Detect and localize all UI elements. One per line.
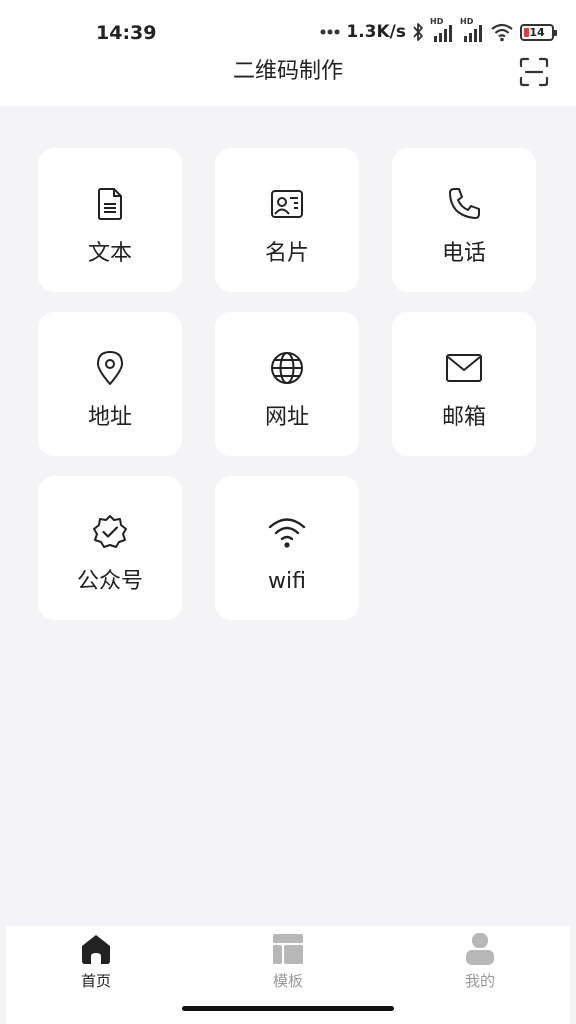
status-time: 14:39 [96, 22, 157, 44]
wifi-icon [268, 518, 306, 548]
tile-text[interactable]: 文本 [38, 148, 182, 292]
tile-label: 地址 [87, 405, 132, 430]
status-indicators: 1.3K/s HD HD 14 [320, 17, 557, 44]
tab-label: 首页 [80, 972, 111, 990]
globe-icon [271, 352, 303, 384]
signal-tag-2: HD [460, 17, 474, 26]
tile-label: 公众号 [76, 569, 143, 594]
tab-templates[interactable]: 模板 [228, 932, 348, 1002]
tab-home[interactable]: 首页 [36, 932, 156, 1002]
status-bar: 14:39 1.3K/s HD HD 14 [0, 0, 576, 58]
battery-icon: 14 [520, 23, 557, 41]
tile-business-card[interactable]: 名片 [215, 148, 359, 292]
tile-label: wifi [268, 569, 306, 594]
tile-url[interactable]: 网址 [215, 312, 359, 456]
bluetooth-icon [412, 22, 424, 42]
tile-phone[interactable]: 电话 [392, 148, 536, 292]
tile-label: 文本 [87, 241, 132, 266]
tab-profile[interactable]: 我的 [420, 932, 540, 1002]
verified-badge-icon [93, 515, 127, 548]
tile-label: 邮箱 [441, 405, 486, 430]
tile-official-account[interactable]: 公众号 [38, 476, 182, 620]
network-speed: 1.3K/s [346, 22, 406, 42]
tile-label: 电话 [441, 241, 486, 266]
qr-type-grid: 文本 名片 电话 地址 网址 邮箱 公众号 wifi [38, 148, 538, 620]
template-icon [273, 934, 303, 964]
wifi-status-icon [490, 22, 514, 42]
signal-icon-1: HD [430, 17, 454, 43]
tile-address[interactable]: 地址 [38, 312, 182, 456]
tab-label: 模板 [272, 972, 303, 990]
page-title: 二维码制作 [232, 59, 343, 84]
user-icon [466, 933, 494, 965]
tile-email[interactable]: 邮箱 [392, 312, 536, 456]
signal-icon-2: HD [460, 17, 484, 43]
tile-wifi[interactable]: wifi [215, 476, 359, 620]
home-indicator[interactable] [182, 1006, 394, 1011]
tile-label: 网址 [264, 405, 309, 430]
tab-label: 我的 [464, 972, 495, 990]
more-dots-icon [320, 29, 340, 35]
signal-tag-1: HD [430, 17, 444, 26]
battery-level: 14 [529, 25, 545, 39]
scan-button[interactable] [518, 56, 550, 88]
document-icon [98, 188, 122, 220]
phone-icon [449, 188, 480, 219]
business-card-icon [271, 190, 303, 218]
envelope-icon [446, 354, 482, 382]
home-icon [82, 935, 110, 964]
scan-icon [519, 57, 549, 87]
location-pin-icon [97, 351, 123, 385]
header: 二维码制作 [0, 56, 576, 106]
tile-label: 名片 [264, 241, 309, 266]
